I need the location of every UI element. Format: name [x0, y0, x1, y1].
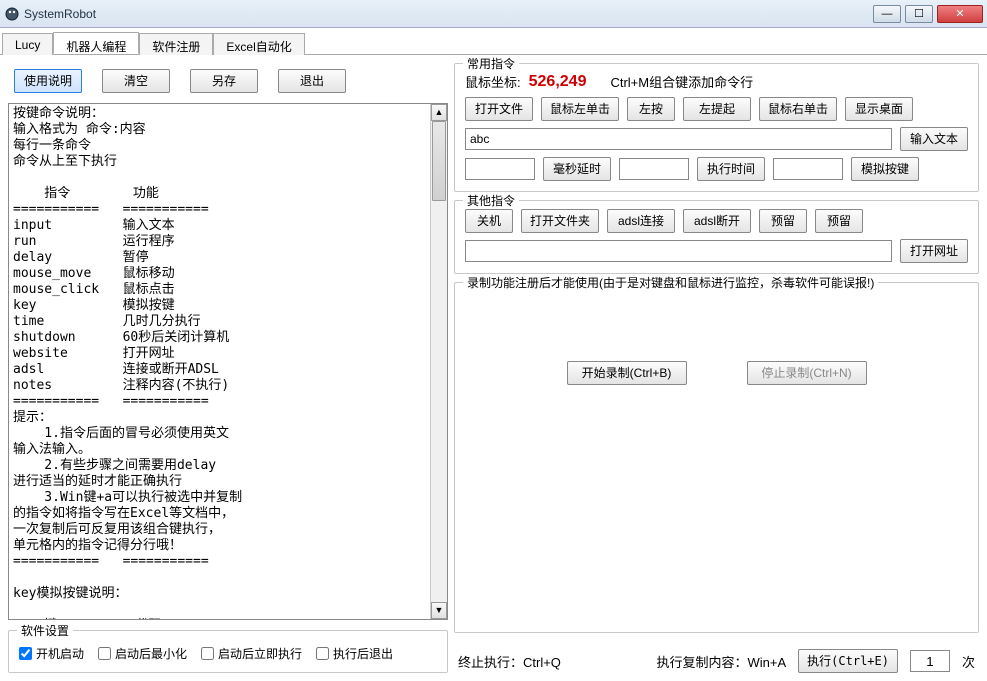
script-editor[interactable] [9, 104, 430, 619]
tab-lucy[interactable]: Lucy [2, 33, 53, 55]
reserve2-button[interactable]: 预留 [815, 209, 863, 233]
times-suffix: 次 [962, 652, 975, 671]
exec-time-button[interactable]: 执行时间 [697, 157, 765, 181]
coord-hint: Ctrl+M组合键添加命令行 [610, 72, 753, 91]
website-input[interactable] [465, 240, 892, 262]
right-click-button[interactable]: 鼠标右单击 [759, 97, 837, 121]
reserve1-button[interactable]: 预留 [759, 209, 807, 233]
scroll-up-icon[interactable]: ▲ [431, 104, 447, 121]
min-on-start-label: 启动后最小化 [115, 645, 187, 662]
help-button[interactable]: 使用说明 [14, 69, 82, 93]
tab-robot-programming[interactable]: 机器人编程 [53, 32, 139, 54]
exit-after-checkbox[interactable]: 执行后退出 [316, 645, 393, 662]
exec-time-input[interactable] [619, 158, 689, 180]
left-down-button[interactable]: 左按 [627, 97, 675, 121]
clear-button[interactable]: 清空 [102, 69, 170, 93]
save-as-button[interactable]: 另存 [190, 69, 258, 93]
abort-hint: 终止执行：Ctrl+Q [458, 652, 561, 671]
input-text-button[interactable]: 输入文本 [900, 127, 968, 151]
other-legend: 其他指令 [463, 192, 519, 209]
exec-on-start-checkbox[interactable]: 启动后立即执行 [201, 645, 302, 662]
delay-input[interactable] [465, 158, 535, 180]
editor-scrollbar[interactable]: ▲ ▼ [430, 104, 447, 619]
ms-delay-button[interactable]: 毫秒延时 [543, 157, 611, 181]
open-website-button[interactable]: 打开网址 [900, 239, 968, 263]
stop-record-button[interactable]: 停止录制(Ctrl+N) [747, 361, 867, 385]
copy-hint: 执行复制内容：Win+A [657, 652, 787, 671]
open-folder-button[interactable]: 打开文件夹 [521, 209, 599, 233]
common-legend: 常用指令 [463, 55, 519, 72]
close-button[interactable] [937, 5, 983, 23]
script-editor-wrap: ▲ ▼ [8, 103, 448, 620]
scroll-thumb[interactable] [432, 121, 446, 201]
left-click-button[interactable]: 鼠标左单击 [541, 97, 619, 121]
show-desktop-button[interactable]: 显示桌面 [845, 97, 913, 121]
exit-button[interactable]: 退出 [278, 69, 346, 93]
times-input[interactable] [910, 650, 950, 672]
main-tabs: Lucy 机器人编程 软件注册 Excel自动化 [0, 28, 987, 55]
sim-key-input[interactable] [773, 158, 843, 180]
text-input[interactable] [465, 128, 892, 150]
open-file-button[interactable]: 打开文件 [465, 97, 533, 121]
adsl-disconnect-button[interactable]: adsl断开 [683, 209, 751, 233]
shutdown-button[interactable]: 关机 [465, 209, 513, 233]
window-title: SystemRobot [24, 7, 873, 21]
exit-after-label: 执行后退出 [333, 645, 393, 662]
title-bar: SystemRobot [0, 0, 987, 28]
execute-button[interactable]: 执行(Ctrl+E) [798, 649, 898, 673]
settings-legend: 软件设置 [17, 622, 73, 639]
min-on-start-checkbox[interactable]: 启动后最小化 [98, 645, 187, 662]
scroll-down-icon[interactable]: ▼ [431, 602, 447, 619]
maximize-button[interactable] [905, 5, 933, 23]
sim-key-button[interactable]: 模拟按键 [851, 157, 919, 181]
left-up-button[interactable]: 左提起 [683, 97, 751, 121]
minimize-button[interactable] [873, 5, 901, 23]
tab-register[interactable]: 软件注册 [139, 33, 213, 55]
exec-on-start-label: 启动后立即执行 [218, 645, 302, 662]
record-legend: 录制功能注册后才能使用(由于是对键盘和鼠标进行监控，杀毒软件可能误报!) [463, 274, 878, 291]
adsl-connect-button[interactable]: adsl连接 [607, 209, 675, 233]
autostart-checkbox[interactable]: 开机启动 [19, 645, 84, 662]
coord-label: 鼠标坐标: [465, 72, 521, 91]
mouse-coord: 526,249 [529, 73, 587, 91]
tab-excel[interactable]: Excel自动化 [213, 33, 304, 55]
start-record-button[interactable]: 开始录制(Ctrl+B) [567, 361, 687, 385]
autostart-label: 开机启动 [36, 645, 84, 662]
app-icon [4, 6, 20, 22]
